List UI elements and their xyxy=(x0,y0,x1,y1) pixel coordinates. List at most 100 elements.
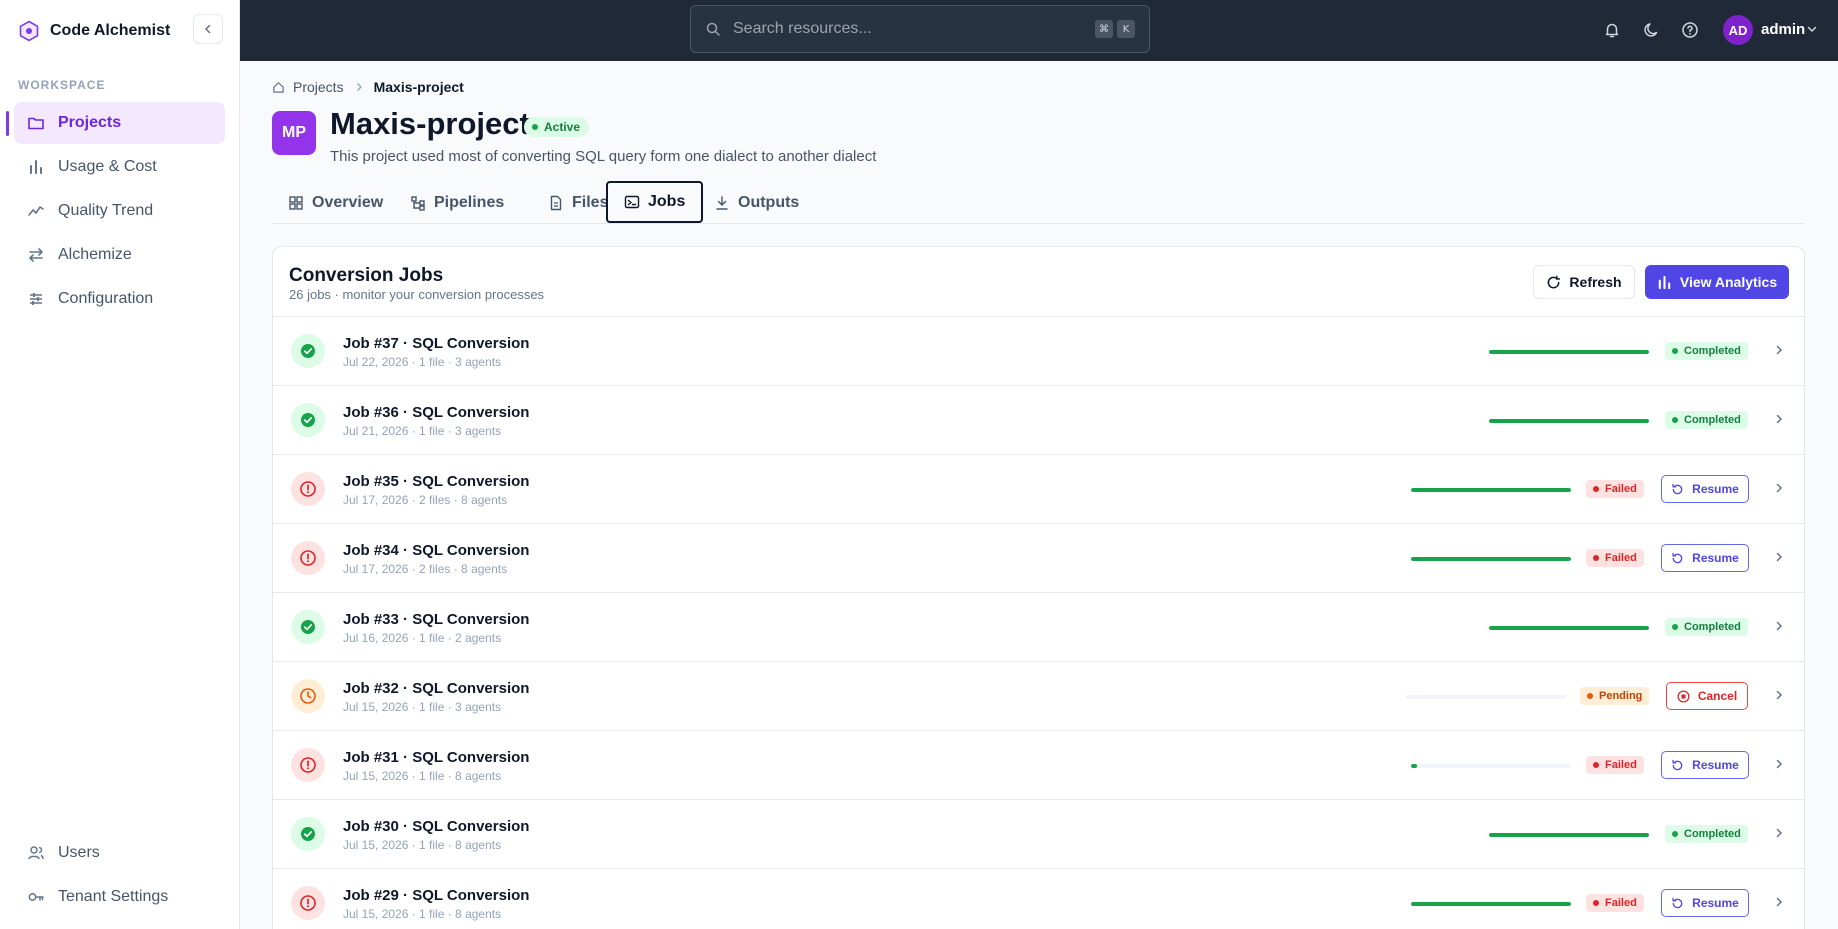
job-title[interactable]: Job #36 · SQL Conversion xyxy=(343,404,529,421)
job-progress-bar xyxy=(1489,419,1649,423)
job-row[interactable]: Job #32 · SQL Conversion Jul 15, 2026 · 1… xyxy=(273,662,1804,731)
status-dot xyxy=(1593,486,1599,492)
job-title[interactable]: Job #34 · SQL Conversion xyxy=(343,542,529,559)
job-title[interactable]: Job #33 · SQL Conversion xyxy=(343,611,529,628)
status-dot xyxy=(1593,555,1599,561)
chevron-right-icon[interactable] xyxy=(1773,758,1785,770)
view-analytics-button[interactable]: View Analytics xyxy=(1645,265,1789,299)
job-title[interactable]: Job #30 · SQL Conversion xyxy=(343,818,529,835)
job-progress-fill xyxy=(1411,764,1418,768)
job-status-icon xyxy=(291,472,325,506)
sidebar-item-users[interactable]: Users xyxy=(14,832,225,874)
job-title[interactable]: Job #31 · SQL Conversion xyxy=(343,749,529,766)
tab-label: Outputs xyxy=(738,194,800,211)
job-status-badge: Failed xyxy=(1586,480,1644,498)
chevron-down-icon[interactable] xyxy=(1806,22,1818,40)
tab-outputs[interactable]: Outputs xyxy=(698,182,815,224)
job-row[interactable]: Job #35 · SQL Conversion Jul 17, 2026 · 2… xyxy=(273,455,1804,524)
refresh-button[interactable]: Refresh xyxy=(1533,265,1635,299)
job-row[interactable]: Job #29 · SQL Conversion Jul 15, 2026 · 1… xyxy=(273,869,1804,929)
chevron-right-icon[interactable] xyxy=(1773,689,1785,701)
sidebar-item-tenant-settings[interactable]: Tenant Settings xyxy=(14,876,225,918)
job-meta: Jul 17, 2026 · 2 files · 8 agents xyxy=(343,562,508,576)
status-dot xyxy=(1672,348,1678,354)
job-row[interactable]: Job #33 · SQL Conversion Jul 16, 2026 · 1… xyxy=(273,593,1804,662)
chevron-right-icon[interactable] xyxy=(1773,482,1785,494)
chevron-right-icon[interactable] xyxy=(1773,620,1785,632)
job-status-icon xyxy=(291,679,325,713)
check-circle-icon xyxy=(300,412,316,428)
app-name: Code Alchemist xyxy=(50,21,171,39)
job-row[interactable]: Job #30 · SQL Conversion Jul 15, 2026 · 1… xyxy=(273,800,1804,869)
project-avatar: MP xyxy=(272,111,316,155)
job-action-label: Resume xyxy=(1692,758,1739,772)
resume-job-button[interactable]: Resume xyxy=(1661,751,1749,779)
user-avatar[interactable]: AD xyxy=(1723,15,1753,45)
collapse-sidebar-button[interactable] xyxy=(193,14,223,44)
status-dot xyxy=(1587,693,1593,699)
job-meta: Jul 15, 2026 · 1 file · 8 agents xyxy=(343,838,502,852)
bar-chart-icon xyxy=(26,157,46,177)
pipeline-icon xyxy=(410,195,426,211)
chevron-right-icon[interactable] xyxy=(1773,896,1785,908)
bell-icon[interactable] xyxy=(1602,20,1622,40)
bar-chart-icon xyxy=(1657,275,1672,290)
user-name[interactable]: admin xyxy=(1761,21,1805,38)
trend-icon xyxy=(26,201,46,221)
job-title[interactable]: Job #29 · SQL Conversion xyxy=(343,887,529,904)
job-row[interactable]: Job #36 · SQL Conversion Jul 21, 2026 · 1… xyxy=(273,386,1804,455)
job-status-icon xyxy=(291,748,325,782)
job-status-badge: Failed xyxy=(1586,549,1644,567)
job-progress-bar xyxy=(1411,764,1571,768)
tab-overview[interactable]: Overview xyxy=(272,182,399,224)
help-icon[interactable] xyxy=(1680,20,1700,40)
status-dot xyxy=(1593,900,1599,906)
resume-icon xyxy=(1671,483,1684,496)
resume-job-button[interactable]: Resume xyxy=(1661,544,1749,572)
sidebar-item-alchemize[interactable]: Alchemize xyxy=(14,234,225,276)
sidebar-item-label: Usage & Cost xyxy=(58,158,157,175)
job-row[interactable]: Job #37 · SQL Conversion Jul 22, 2026 · 1… xyxy=(273,317,1804,386)
job-status-icon xyxy=(291,610,325,644)
cancel-job-button[interactable]: Cancel xyxy=(1666,682,1748,710)
jobs-card: Conversion Jobs 26 jobs · monitor your c… xyxy=(272,246,1805,929)
sidebar-item-projects[interactable]: Projects xyxy=(14,102,225,144)
sidebar-item-quality-trend[interactable]: Quality Trend xyxy=(14,190,225,232)
job-progress-bar xyxy=(1406,695,1566,699)
search-icon xyxy=(705,21,721,37)
resume-job-button[interactable]: Resume xyxy=(1661,475,1749,503)
resume-job-button[interactable]: Resume xyxy=(1661,889,1749,917)
job-title[interactable]: Job #37 · SQL Conversion xyxy=(343,335,529,352)
job-row[interactable]: Job #31 · SQL Conversion Jul 15, 2026 · 1… xyxy=(273,731,1804,800)
search-input[interactable]: Search resources... ⌘ K xyxy=(690,5,1150,53)
project-description: This project used most of converting SQL… xyxy=(330,148,877,165)
breadcrumb-projects[interactable]: Projects xyxy=(293,79,344,95)
sidebar-item-label: Configuration xyxy=(58,290,154,307)
home-icon[interactable] xyxy=(272,81,285,94)
job-progress-fill xyxy=(1489,350,1649,354)
status-label: Active xyxy=(544,120,581,134)
swap-icon xyxy=(26,245,46,265)
job-progress-bar xyxy=(1489,833,1649,837)
tab-jobs[interactable]: Jobs xyxy=(606,181,704,223)
job-meta: Jul 15, 2026 · 1 file · 3 agents xyxy=(343,700,502,714)
chevron-right-icon[interactable] xyxy=(1773,827,1785,839)
chevron-right-icon[interactable] xyxy=(1773,551,1785,563)
moon-icon[interactable] xyxy=(1641,20,1661,40)
job-title[interactable]: Job #35 · SQL Conversion xyxy=(343,473,529,490)
resume-icon xyxy=(1671,897,1684,910)
chevron-right-icon[interactable] xyxy=(1773,344,1785,356)
job-title[interactable]: Job #32 · SQL Conversion xyxy=(343,680,529,697)
sidebar: Code Alchemist WORKSPACE Projects Usage … xyxy=(0,0,240,929)
job-meta: Jul 17, 2026 · 2 files · 8 agents xyxy=(343,493,508,507)
tab-pipelines[interactable]: Pipelines xyxy=(394,182,520,224)
topbar: Search resources... ⌘ K AD admin xyxy=(240,0,1838,61)
job-row[interactable]: Job #34 · SQL Conversion Jul 17, 2026 · 2… xyxy=(273,524,1804,593)
sidebar-item-usage-cost[interactable]: Usage & Cost xyxy=(14,146,225,188)
sidebar-item-configuration[interactable]: Configuration xyxy=(14,278,225,320)
chevron-right-icon[interactable] xyxy=(1773,413,1785,425)
clock-icon xyxy=(299,687,317,705)
job-progress-fill xyxy=(1489,626,1649,630)
job-status-icon xyxy=(291,334,325,368)
sidebar-item-label: Projects xyxy=(58,114,122,131)
